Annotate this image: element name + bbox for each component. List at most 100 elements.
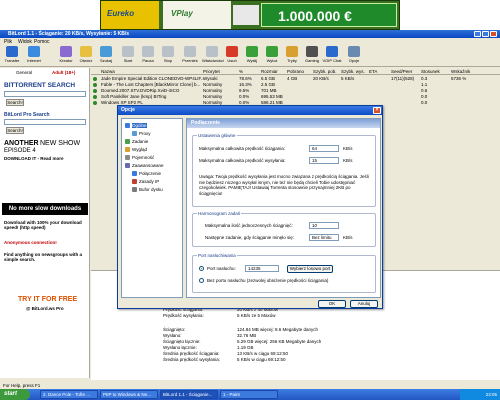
col-seed-peer[interactable]: Seed/Peer: [391, 69, 412, 74]
window-title: BitLord 1.1 - Ściąganie: 20 KB/s, Wysyła…: [8, 31, 130, 37]
pause-button[interactable]: Pauza: [138, 46, 158, 66]
tree-item-connection[interactable]: Połączenie: [132, 171, 161, 176]
row-ratio: 0.0: [421, 100, 428, 105]
port-input[interactable]: 14235: [245, 265, 279, 272]
stat-value: 124.84 MB więcej: 8.6 Megabyte danych: [237, 327, 319, 332]
col-down-speed[interactable]: Szybk. pob.: [313, 69, 337, 74]
transfer-icon: [6, 46, 18, 57]
status-icon: [93, 89, 97, 93]
options-button[interactable]: Opcje: [344, 46, 364, 66]
cancel-button[interactable]: Anuluj: [350, 300, 378, 308]
no-port-label: Bez portu nasłuchu (zezwolej obniżenie p…: [207, 278, 329, 283]
tree-item-task[interactable]: Zadanie: [125, 139, 148, 144]
torrent-list-header: Nazwa Priorytet % Rozmiar Pobrano Szybk.…: [91, 68, 500, 75]
upload-button[interactable]: Wyloż: [262, 46, 282, 66]
task-item-active[interactable]: BitLord 1.1 - Ściąganie...: [160, 390, 218, 399]
dialog-titlebar[interactable]: Opcje ×: [118, 106, 382, 115]
row-percent: 0.0%: [239, 94, 250, 99]
search-label: Szukaj: [99, 58, 112, 63]
tab-adult[interactable]: Adult (18+): [52, 70, 75, 75]
minimize-button[interactable]: [474, 31, 481, 37]
options-panel: Podłączenie Ustawienia główne Maksymalna…: [186, 118, 381, 298]
tree-item-advanced[interactable]: Zaawansowane: [125, 163, 164, 168]
col-percent[interactable]: %: [239, 69, 243, 74]
properties-button[interactable]: Właściwości: [202, 46, 224, 66]
task-item[interactable]: PIIP to Windows & Ne...: [100, 390, 158, 399]
tree-item-ip-rules[interactable]: Zasady IP: [132, 179, 159, 184]
no-port-radio[interactable]: [199, 278, 204, 283]
show-download-link[interactable]: DOWNLOAD IT - Read more: [4, 156, 64, 161]
maximize-button[interactable]: [482, 31, 489, 37]
play-icon: [122, 46, 134, 57]
col-size[interactable]: Rozmiar: [261, 69, 278, 74]
tree-item-disk-cache[interactable]: Bufor dysku: [132, 187, 163, 192]
pro-search-input[interactable]: [4, 119, 86, 125]
max-down-input[interactable]: 64: [309, 145, 339, 152]
col-up-speed[interactable]: Szybk. wys.: [341, 69, 365, 74]
disk-icon: [132, 187, 137, 192]
window-titlebar[interactable]: BitLord 1.1 - Ściąganie: 20 KB/s, Wysyła…: [0, 30, 500, 38]
try-free-link[interactable]: TRY IT FOR FREE: [18, 296, 77, 303]
promo-anonymous: Anonymous connection!: [4, 240, 57, 245]
gaming-button[interactable]: Gaming: [302, 46, 322, 66]
col-name[interactable]: Nazwa: [101, 69, 115, 74]
open-button[interactable]: Otwórz: [76, 46, 96, 66]
start-button[interactable]: Start: [118, 46, 138, 66]
ok-button[interactable]: OK: [318, 300, 346, 308]
tree-item-general[interactable]: Ogólne: [125, 123, 147, 128]
max-active-input[interactable]: 10: [309, 222, 339, 229]
pro-search-submit-button[interactable]: Search!: [6, 127, 24, 134]
stat-value: 5 KB/s w ciągu 69:12:50: [237, 357, 286, 362]
tree-item-proxy[interactable]: Proxy: [132, 131, 151, 136]
search-input[interactable]: [4, 91, 86, 97]
pause-label: Pauza: [142, 58, 154, 63]
stop-label: Stop: [163, 58, 173, 63]
transfer-button[interactable]: Transfer: [2, 46, 22, 66]
row-downloaded: 4 GB: [287, 76, 298, 81]
stop-button[interactable]: Stop: [158, 46, 178, 66]
search-submit-button[interactable]: Search!: [6, 99, 24, 106]
internet-button[interactable]: Internet: [24, 46, 44, 66]
banner-brand-mid[interactable]: VPlay: [163, 1, 231, 29]
row-name: Jade Empire Special Edition CLONEDVD-WP4…: [101, 76, 205, 81]
port-radio[interactable]: [199, 266, 204, 271]
tree-item-capacity[interactable]: Pojemność: [125, 155, 154, 160]
gaming-label: Gaming: [304, 58, 319, 63]
close-button[interactable]: [490, 31, 497, 37]
max-up-input[interactable]: 15: [309, 157, 339, 164]
task-item[interactable]: 2. Dance Pole - Tofte ...: [40, 390, 98, 399]
row-size: 701 MB: [261, 88, 277, 93]
banner-brand-left[interactable]: Eureko: [101, 1, 159, 29]
port-label: Port nasłuchu:: [207, 266, 236, 271]
wizard-button[interactable]: Kreator: [56, 46, 76, 66]
no-slow-downloads-banner[interactable]: No more slow downloads: [2, 203, 88, 215]
move-button[interactable]: Przenieś: [180, 46, 200, 66]
banner-prize-text: 1.000.000 €: [278, 8, 352, 24]
clock[interactable]: 23:05: [486, 392, 497, 397]
start-button[interactable]: start: [0, 389, 30, 400]
status-bar: For Help, press F1: [0, 382, 500, 389]
after-done-select[interactable]: Bez limitu: [309, 234, 339, 241]
col-eta[interactable]: ETA: [369, 69, 377, 74]
tree-item-appearance[interactable]: Wygląd: [125, 147, 147, 152]
delete-button[interactable]: Usuń: [222, 46, 242, 66]
listen-port-group: Port nasłuchiwania Port nasłuchu: 14235 …: [192, 253, 376, 293]
col-ratio[interactable]: Stosunek: [421, 69, 440, 74]
modes-button[interactable]: Tryby: [282, 46, 302, 66]
col-indicator[interactable]: Wskaźnik: [451, 69, 470, 74]
banner-prize[interactable]: 1.000.000 €: [261, 3, 397, 27]
col-downloaded[interactable]: Pobrano: [287, 69, 304, 74]
show-title-2: NEW SHOW: [40, 140, 81, 147]
voip-button[interactable]: VOIP Chat: [322, 46, 342, 66]
search-button[interactable]: Szukaj: [96, 46, 116, 66]
dialog-close-button[interactable]: ×: [373, 107, 381, 114]
col-priority[interactable]: Priorytet: [203, 69, 220, 74]
row-ratio: 0.0: [421, 94, 428, 99]
random-port-button[interactable]: Wybierz losowo port: [287, 265, 333, 273]
stat-label: Prędkość wysyłania:: [163, 313, 204, 318]
top-banner-ad[interactable]: Eureko VPlay 1.000.000 €: [100, 0, 400, 30]
send-button[interactable]: Wyślij: [242, 46, 262, 66]
tab-general[interactable]: General: [16, 70, 32, 75]
task-item[interactable]: 1 - Paint: [220, 390, 278, 399]
row-priority: Normalny: [203, 88, 223, 93]
